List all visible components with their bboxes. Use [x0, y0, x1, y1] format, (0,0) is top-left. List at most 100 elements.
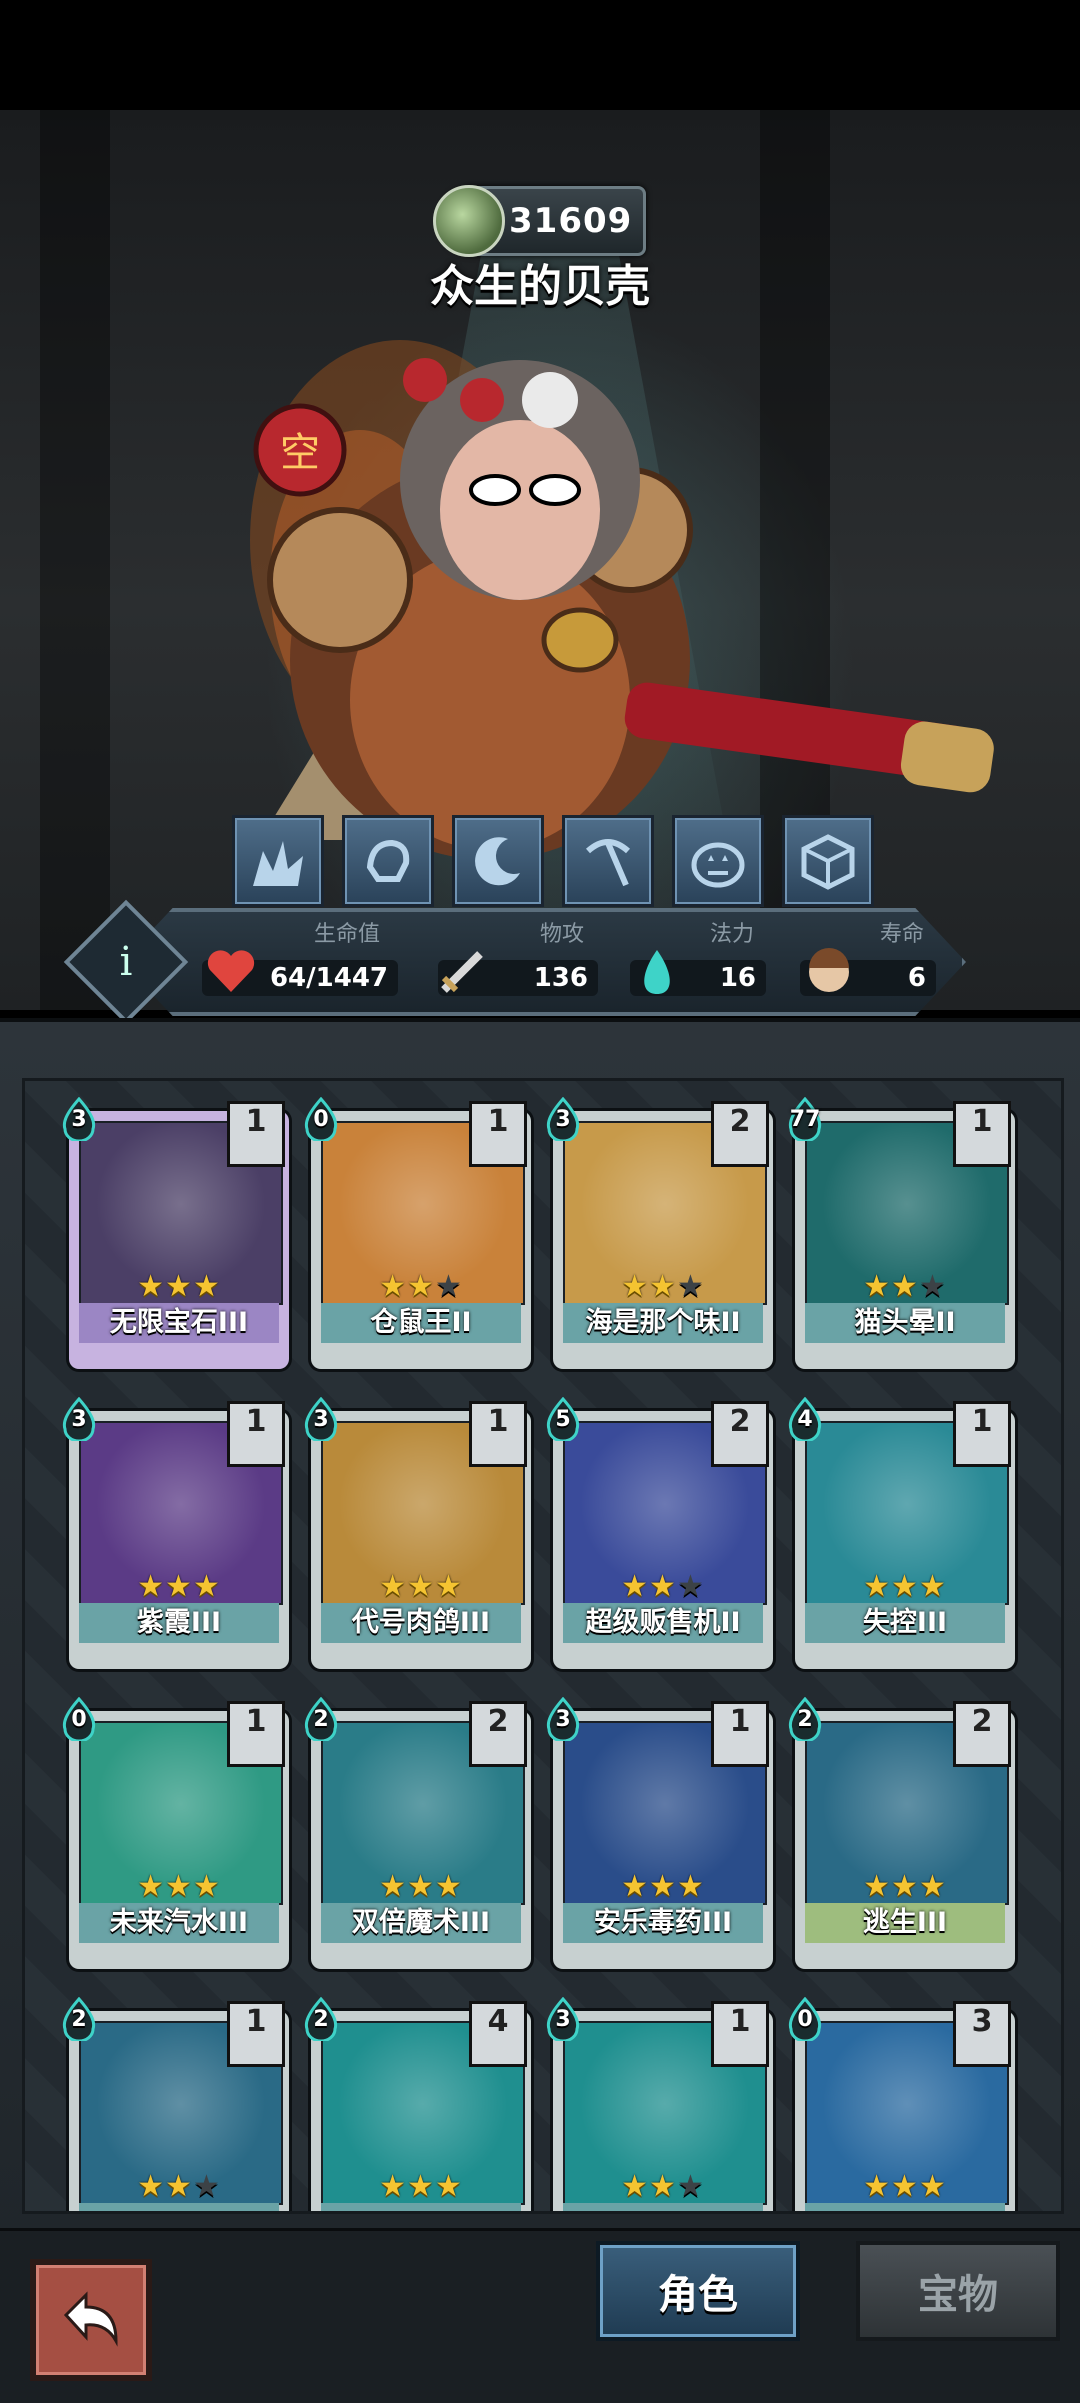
card-stars: ★★★	[311, 1269, 531, 1304]
star-filled-icon: ★	[621, 1569, 650, 1604]
star-filled-icon: ★	[891, 1569, 919, 1604]
star-filled-icon: ★	[165, 1869, 193, 1904]
card[interactable]: 猫头晕II ★★★ 1 77	[788, 1096, 1015, 1371]
card[interactable]: ★★★ 4 2	[304, 1996, 531, 2211]
tab-role[interactable]: 角色	[596, 2241, 800, 2341]
pumpkin-icon[interactable]	[672, 815, 764, 907]
star-filled-icon: ★	[137, 2169, 166, 2204]
hp-label: 生命值	[314, 922, 381, 947]
card-stars: ★★★	[69, 1569, 289, 1604]
card-cost: 3	[313, 1407, 329, 1432]
card-level-badge: 1	[469, 1101, 527, 1167]
mana-flame-icon	[644, 950, 670, 994]
card-level-badge: 1	[469, 1401, 527, 1467]
card-level-badge: 2	[711, 1101, 769, 1167]
card-level: 1	[245, 1104, 267, 1139]
cost-drop-icon: 2	[301, 1996, 341, 2043]
card[interactable]: 海是那个味II ★★★ 2 3	[546, 1096, 773, 1371]
cost-drop-icon: 0	[301, 1096, 341, 1143]
cost-drop-icon: 3	[59, 1396, 99, 1443]
card-cost: 3	[71, 1407, 87, 1432]
card[interactable]: 仓鼠王II ★★★ 1 0	[304, 1096, 531, 1371]
card-stars: ★★★	[795, 1269, 1015, 1304]
card-level: 1	[487, 1404, 509, 1439]
card[interactable]: 代号肉鸽III ★★★ 1 3	[304, 1396, 531, 1671]
card-grid[interactable]: 无限宝石III ★★★ 1 3 仓鼠王II ★★★ 1 0 海是那个味II ★★★ 2 3 猫头晕II ★…	[22, 1078, 1064, 2214]
star-filled-icon: ★	[863, 1869, 892, 1904]
tab-treasure[interactable]: 宝物	[856, 2241, 1060, 2341]
back-button[interactable]	[30, 2259, 152, 2381]
cost-drop-icon: 3	[543, 1096, 583, 1143]
card-level-badge: 1	[711, 1701, 769, 1767]
star-filled-icon: ★	[407, 1269, 435, 1304]
card-stars: ★★★	[795, 1869, 1015, 1904]
fist-icon[interactable]	[342, 815, 434, 907]
star-filled-icon: ★	[137, 1569, 166, 1604]
card-cost: 3	[555, 1107, 571, 1132]
monk-face-icon	[809, 948, 849, 992]
gem-icon	[433, 185, 505, 257]
card-level: 1	[729, 1704, 751, 1739]
star-filled-icon: ★	[407, 1569, 435, 1604]
cost-drop-icon: 2	[59, 1996, 99, 2043]
card-level: 1	[729, 2004, 751, 2039]
card-name: 双倍魔术III	[321, 1903, 521, 1943]
star-filled-icon: ★	[649, 2169, 677, 2204]
card-level: 1	[971, 1104, 993, 1139]
card-name: 无限宝石III	[79, 1303, 279, 1343]
card[interactable]: 超级贩售机II ★★★ 2 5	[546, 1396, 773, 1671]
card[interactable]: 未来汽水III ★★★ 1 0	[62, 1696, 289, 1971]
card-stars: ★★★	[795, 2169, 1015, 2204]
bottom-nav: 角色 宝物	[0, 2228, 1080, 2403]
star-filled-icon: ★	[165, 1569, 193, 1604]
cost-drop-icon: 0	[59, 1696, 99, 1743]
burst-icon[interactable]	[232, 815, 324, 907]
star-filled-icon: ★	[621, 1269, 650, 1304]
star-filled-icon: ★	[621, 1869, 650, 1904]
card[interactable]: ★★★ 1 2	[62, 1996, 289, 2211]
card-level-badge: 1	[227, 2001, 285, 2067]
card-level-badge: 1	[711, 2001, 769, 2067]
card[interactable]: 紫霞III ★★★ 1 3	[62, 1396, 289, 1671]
card-name: 仓鼠王II	[321, 1303, 521, 1343]
card-level-badge: 2	[953, 1701, 1011, 1767]
moon-icon[interactable]	[452, 815, 544, 907]
card[interactable]: 逃生III ★★★ 2 2	[788, 1696, 1015, 1971]
card-stars: ★★★	[69, 2169, 289, 2204]
cube-icon[interactable]	[782, 815, 874, 907]
card-level-badge: 1	[227, 1401, 285, 1467]
star-filled-icon: ★	[165, 2169, 193, 2204]
card-cost: 3	[555, 1707, 571, 1732]
card[interactable]: ★★★ 1 3	[546, 1996, 773, 2211]
cost-drop-icon: 3	[59, 1096, 99, 1143]
card-level-badge: 1	[227, 1101, 285, 1167]
card-stars: ★★★	[553, 1569, 773, 1604]
star-filled-icon: ★	[137, 1869, 166, 1904]
card[interactable]: ★★★ 3 0	[788, 1996, 1015, 2211]
star-filled-icon: ★	[863, 2169, 892, 2204]
card-level-badge: 2	[469, 1701, 527, 1767]
card[interactable]: 双倍魔术III ★★★ 2 2	[304, 1696, 531, 1971]
star-filled-icon: ★	[891, 1869, 919, 1904]
card-name: 超级贩售机II	[563, 1603, 763, 1643]
card-stars: ★★★	[69, 1869, 289, 1904]
hero-character[interactable]: 空	[220, 280, 1020, 900]
card-cost: 3	[555, 2007, 571, 2032]
pickaxe-icon[interactable]	[562, 815, 654, 907]
card-cost: 2	[313, 1707, 329, 1732]
skill-row	[232, 815, 874, 907]
card-level: 1	[245, 2004, 267, 2039]
star-filled-icon: ★	[918, 1869, 947, 1904]
card[interactable]: 无限宝石III ★★★ 1 3	[62, 1096, 289, 1371]
card[interactable]: 安乐毒药III ★★★ 1 3	[546, 1696, 773, 1971]
star-filled-icon: ★	[379, 1569, 408, 1604]
card-stars: ★★★	[795, 1569, 1015, 1604]
card[interactable]: 失控III ★★★ 1 4	[788, 1396, 1015, 1671]
star-filled-icon: ★	[434, 2169, 463, 2204]
star-filled-icon: ★	[863, 1269, 892, 1304]
stat-bar: i 生命值 64/1447 物攻 136 法力 16 寿命 6	[63, 899, 998, 1025]
background-pillar	[40, 110, 110, 1010]
card-level-badge: 4	[469, 2001, 527, 2067]
card-cost: 2	[797, 1707, 813, 1732]
star-filled-icon: ★	[676, 1869, 705, 1904]
